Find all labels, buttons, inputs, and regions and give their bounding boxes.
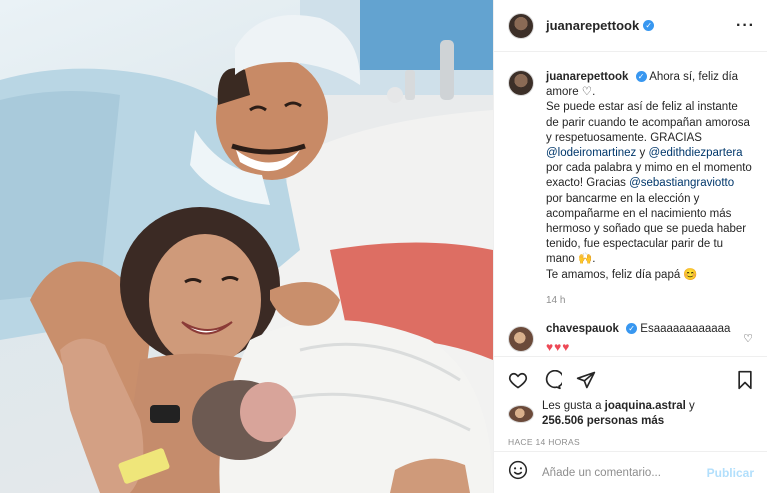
- post-photo[interactable]: [0, 0, 493, 493]
- verified-badge-icon: ✓: [635, 71, 647, 82]
- caption-body: juanarepettook ✓ Ahora sí, feliz día amo…: [546, 70, 752, 308]
- comment-composer: Publicar: [494, 451, 767, 493]
- reply-username[interactable]: chavespauok: [546, 323, 619, 335]
- publish-button[interactable]: Publicar: [707, 466, 754, 480]
- share-icon[interactable]: [576, 370, 596, 390]
- reply-text: Esaaaaaaaaaaaa: [640, 323, 731, 336]
- mention-link[interactable]: @sebastiangraviotto: [629, 177, 734, 189]
- caption-avatar[interactable]: [508, 70, 534, 96]
- heart-emojis: ♥♥♥: [546, 340, 571, 352]
- reply-body: chavespauok ✓ Esaaaaaaaaaaaa ♥♥♥: [546, 322, 743, 352]
- likes-prefix: Les gusta a: [542, 400, 605, 412]
- likes-text: Les gusta a joaquina.astral y 256.506 pe…: [542, 399, 695, 429]
- birth-photo-illustration: [0, 0, 493, 493]
- comments-section: juanarepettook ✓ Ahora sí, feliz día amo…: [494, 52, 767, 352]
- caption-line-last: Te amamos, feliz día papá 😊: [546, 268, 698, 281]
- reply-avatar[interactable]: [508, 325, 534, 352]
- reply-comment: chavespauok ✓ Esaaaaaaaaaaaa ♥♥♥ ♡: [508, 322, 753, 352]
- comment-icon[interactable]: [542, 370, 562, 390]
- caption-text-a: Se puede estar así de feliz al instante …: [546, 101, 750, 144]
- author-avatar[interactable]: [508, 12, 534, 39]
- likes-count[interactable]: 256.506 personas más: [542, 415, 664, 427]
- likes-summary: Les gusta a joaquina.astral y 256.506 pe…: [508, 399, 754, 429]
- bookmark-icon[interactable]: [736, 370, 754, 390]
- mention-link[interactable]: @edithdiezpartera: [648, 147, 742, 159]
- author-username[interactable]: juanarepettook: [546, 18, 639, 33]
- liker-username[interactable]: joaquina.astral: [605, 400, 686, 412]
- verified-badge-icon: ✓: [643, 20, 655, 31]
- post-timestamp[interactable]: HACE 14 HORAS: [508, 437, 754, 447]
- liker-avatar[interactable]: [508, 405, 534, 423]
- caption-username[interactable]: juanarepettook: [546, 71, 628, 83]
- more-options-icon[interactable]: ···: [736, 17, 755, 35]
- likes-joiner: y: [685, 400, 695, 412]
- caption-text-b: y: [636, 147, 649, 160]
- heart-icon[interactable]: [508, 370, 528, 390]
- caption-text-d: por bancarme en la elección y acompañarm…: [546, 192, 747, 266]
- post-side-panel: juanarepettook ✓ ··· juanarepettook ✓ Ah…: [493, 0, 767, 493]
- action-icons: [508, 365, 754, 395]
- post-header: juanarepettook ✓ ···: [494, 0, 767, 52]
- mention-link[interactable]: @lodeiromartinez: [546, 147, 636, 159]
- emoji-icon[interactable]: [508, 460, 528, 485]
- comment-like-heart-icon[interactable]: ♡: [743, 332, 753, 345]
- caption-age[interactable]: 14 h: [546, 293, 752, 308]
- verified-badge-icon: ✓: [626, 323, 638, 335]
- caption-comment: juanarepettook ✓ Ahora sí, feliz día amo…: [508, 70, 753, 308]
- post-actions: Les gusta a joaquina.astral y 256.506 pe…: [494, 356, 767, 447]
- instagram-post: juanarepettook ✓ ··· juanarepettook ✓ Ah…: [0, 0, 767, 493]
- comment-input[interactable]: [540, 465, 707, 480]
